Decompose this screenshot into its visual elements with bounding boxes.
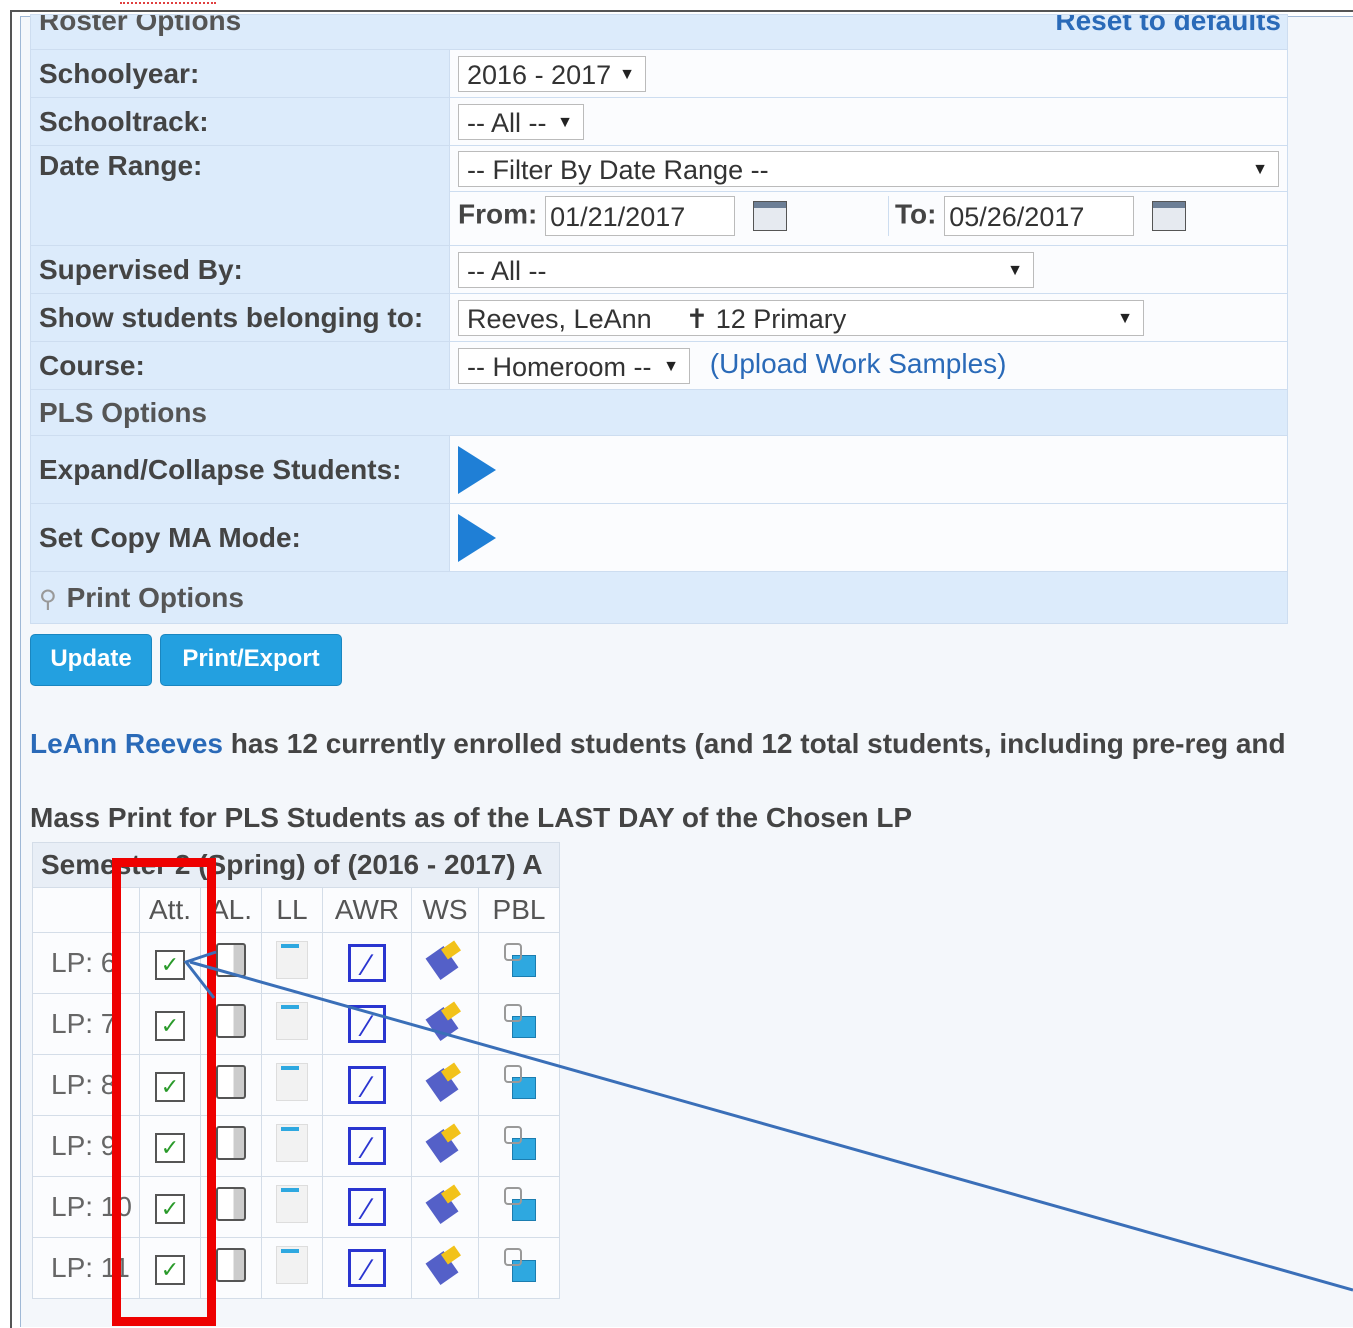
annotation-arrow-line	[189, 960, 1353, 1292]
annotation-arrow	[183, 950, 1353, 1292]
annotation-arrow-head	[183, 950, 217, 999]
